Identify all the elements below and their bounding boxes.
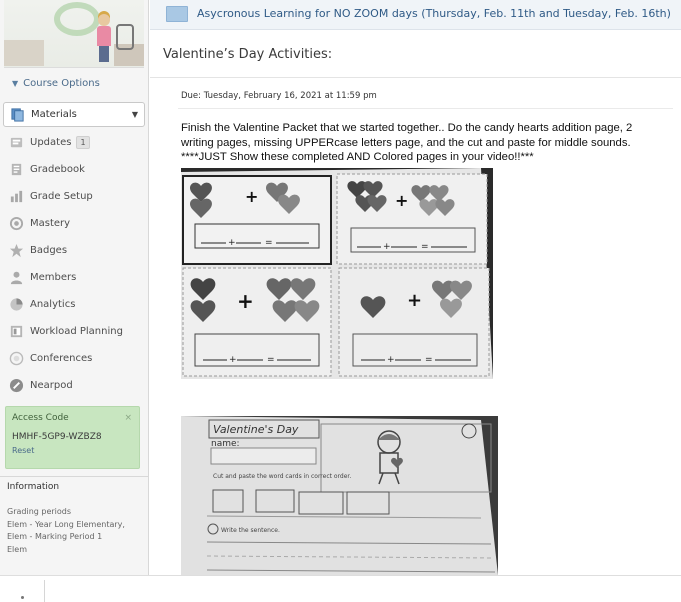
folder-breadcrumb-bar: Asycronous Learning for NO ZOOM days (Th…	[150, 0, 681, 30]
sidebar-item-nearpod[interactable]: Nearpod	[0, 372, 149, 399]
materials-icon	[9, 107, 25, 123]
grading-period-line: Elem - Year Long Elementary,	[7, 519, 125, 529]
sidebar-nav: Materials ▼ Updates 1 Gradebook Grade Se…	[0, 102, 149, 399]
close-icon[interactable]: ×	[124, 413, 132, 423]
plus-sign: +	[237, 289, 254, 313]
updates-icon	[8, 135, 24, 151]
course-banner-image	[4, 0, 144, 68]
members-icon	[8, 270, 24, 286]
cut-paste-instruction: Cut and paste the word cards in correct …	[213, 473, 351, 480]
bottom-divider	[44, 580, 45, 602]
course-options-link[interactable]: ▼ Course Options	[12, 78, 100, 89]
updates-count-badge: 1	[76, 136, 90, 149]
folder-icon	[166, 6, 188, 22]
information-panel: Information Grading periods Elem - Year …	[0, 476, 149, 561]
conferences-icon	[8, 351, 24, 367]
nearpod-icon	[8, 378, 24, 394]
candy-hearts-worksheet-photo: + + + + + = + = + = + =	[181, 168, 493, 379]
plus-sign: +	[229, 355, 237, 365]
page-title: Valentine’s Day Activities:	[163, 47, 333, 62]
plus-sign: +	[395, 191, 408, 210]
sidebar-item-updates[interactable]: Updates 1	[0, 129, 149, 156]
sidebar-item-members[interactable]: Members	[0, 264, 149, 291]
plus-sign: +	[387, 355, 395, 365]
sidebar-item-grade-setup[interactable]: Grade Setup	[0, 183, 149, 210]
grading-period-line: Elem - Marking Period 1	[7, 532, 103, 541]
equals-sign: =	[267, 355, 275, 365]
caret-down-icon: ▼	[12, 79, 19, 88]
grading-periods-label: Grading periods	[7, 507, 72, 516]
status-dot	[21, 596, 24, 599]
due-divider	[178, 108, 673, 109]
bottom-strip	[0, 575, 681, 602]
plus-sign: +	[407, 290, 422, 311]
reset-access-code-link[interactable]: Reset	[12, 446, 133, 455]
mastery-icon	[8, 216, 24, 232]
assignment-description: Finish the Valentine Packet that we star…	[181, 121, 671, 165]
equals-sign: =	[421, 242, 429, 252]
worksheet-title: Valentine's Day	[213, 423, 299, 436]
sidebar-item-materials[interactable]: Materials ▼	[3, 102, 145, 127]
course-options-label: Course Options	[23, 78, 100, 89]
sidebar-item-mastery[interactable]: Mastery	[0, 210, 149, 237]
information-header: Information	[7, 482, 60, 492]
sidebar-item-conferences[interactable]: Conferences	[0, 345, 149, 372]
folder-title-link[interactable]: Asycronous Learning for NO ZOOM days (Th…	[197, 7, 671, 20]
grading-period-line: Elem	[7, 544, 27, 554]
analytics-icon	[8, 297, 24, 313]
write-sentence-instruction: Write the sentence.	[221, 527, 280, 534]
sidebar-item-badges[interactable]: Badges	[0, 237, 149, 264]
course-sidebar: ▼ Course Options Materials ▼ Updates 1 G…	[0, 0, 149, 575]
workload-icon	[8, 324, 24, 340]
plus-sign: +	[228, 238, 236, 248]
plus-sign: +	[383, 242, 391, 252]
chevron-down-icon[interactable]: ▼	[132, 110, 138, 119]
description-line: writing pages, missing UPPERcase letters…	[181, 136, 631, 149]
description-line: Finish the Valentine Packet that we star…	[181, 122, 633, 134]
sidebar-item-analytics[interactable]: Analytics	[0, 291, 149, 318]
sidebar-item-workload-planning[interactable]: Workload Planning	[0, 318, 149, 345]
title-divider	[150, 77, 681, 78]
access-code-box: Access Code × HMHF-5GP9-WZBZ8 Reset	[5, 406, 140, 469]
equals-sign: =	[265, 238, 273, 248]
description-line: ****JUST Show these completed AND Colore…	[181, 151, 534, 163]
valentines-writing-worksheet-photo: Valentine's Day name: Cut and paste the …	[181, 416, 498, 575]
sidebar-item-gradebook[interactable]: Gradebook	[0, 156, 149, 183]
badge-icon	[8, 243, 24, 259]
gradebook-icon	[8, 162, 24, 178]
access-code-value: HMHF-5GP9-WZBZ8	[12, 432, 102, 442]
due-date: Due: Tuesday, February 16, 2021 at 11:59…	[181, 91, 377, 101]
grade-setup-icon	[8, 189, 24, 205]
equals-sign: =	[425, 355, 433, 365]
access-code-title: Access Code	[12, 413, 69, 423]
plus-sign: +	[245, 187, 258, 206]
main-content: Asycronous Learning for NO ZOOM days (Th…	[150, 0, 681, 575]
